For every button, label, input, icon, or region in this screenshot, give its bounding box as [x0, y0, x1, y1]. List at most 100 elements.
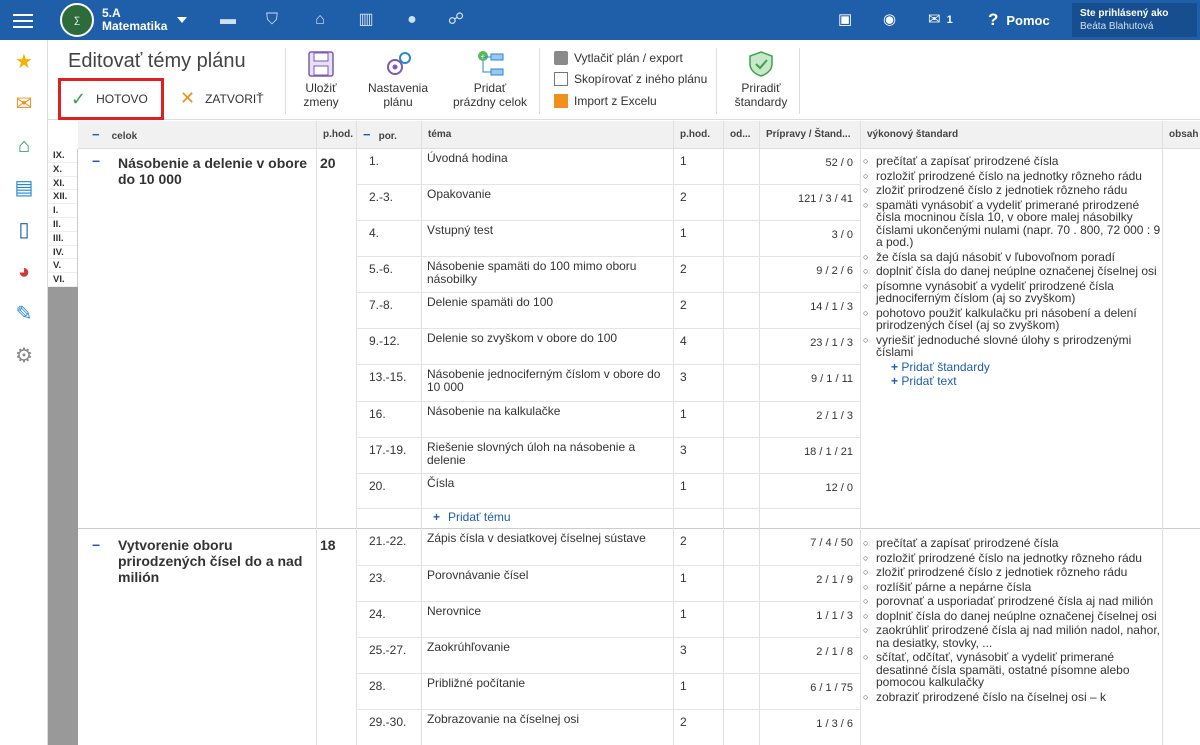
- pen-icon[interactable]: ✎: [12, 302, 36, 326]
- topic-row[interactable]: 24. Nerovnice 1 1 / 1 / 3: [356, 602, 861, 638]
- topic-tema[interactable]: Čísla: [427, 477, 667, 490]
- topic-tema[interactable]: Vstupný test: [427, 224, 667, 237]
- assign-standards-button[interactable]: Priradiť štandardy: [726, 50, 796, 109]
- col-phod2[interactable]: p.hod.: [673, 121, 723, 149]
- topic-tema[interactable]: Násobenie jednociferným číslom v obore d…: [427, 368, 667, 394]
- topic-row[interactable]: 7.-8. Delenie spamäti do 100 2 14 / 1 / 3: [356, 293, 861, 329]
- topic-tema[interactable]: Násobenie spamäti do 100 mimo oboru náso…: [427, 260, 667, 286]
- done-button[interactable]: ✓ HOTOVO: [58, 78, 164, 120]
- save-button[interactable]: Uložiť zmeny: [300, 50, 342, 109]
- topic-row[interactable]: 17.-19. Riešenie slovných úloh na násoben…: [356, 438, 861, 474]
- topic-row[interactable]: 29.-30. Zobrazovanie na číselnej osi 2 1 / …: [356, 710, 861, 745]
- close-button[interactable]: ✕ ZATVORIŤ: [180, 88, 264, 109]
- briefcase-icon[interactable]: ▬: [218, 10, 238, 30]
- topic-tema[interactable]: Opakovanie: [427, 188, 667, 201]
- month-item[interactable]: II.: [48, 218, 77, 232]
- gears-icon: [387, 52, 411, 75]
- add-topic-label: Pridať tému: [448, 510, 511, 524]
- add-text-link[interactable]: + Pridať text: [863, 375, 1163, 388]
- topic-tema[interactable]: Približné počítanie: [427, 677, 667, 690]
- help-button[interactable]: ? Pomoc: [988, 10, 1050, 31]
- topic-tema[interactable]: Násobenie na kalkulačke: [427, 405, 667, 418]
- topic-tema[interactable]: Zaokrúhľovanie: [427, 641, 667, 654]
- collapse-unit-icon[interactable]: −: [92, 153, 100, 169]
- topic-row[interactable]: 1. Úvodná hodina 1 52 / 0: [356, 149, 861, 185]
- chat-icon[interactable]: ◉: [883, 10, 896, 30]
- shield-icon[interactable]: ⛉: [262, 10, 282, 30]
- home-icon[interactable]: ⌂: [12, 134, 36, 158]
- col-celok[interactable]: − celok: [78, 121, 316, 149]
- user-name: Beáta Blahutová: [1080, 21, 1154, 32]
- notebook-icon[interactable]: ▤: [12, 176, 36, 200]
- topic-row[interactable]: 13.-15. Násobenie jednociferným číslom v …: [356, 365, 861, 402]
- month-item[interactable]: V.: [48, 259, 77, 274]
- topic-row[interactable]: 23. Porovnávanie čísel 1 2 / 1 / 9: [356, 566, 861, 602]
- topic-hod: 3: [680, 370, 687, 384]
- month-item[interactable]: XII.: [48, 190, 77, 205]
- topic-row[interactable]: 9.-12. Delenie so zvyškom v obore do 100 4…: [356, 329, 861, 365]
- add-topic-link[interactable]: + Pridať tému: [433, 510, 511, 524]
- col-obsah[interactable]: obsah: [1162, 121, 1200, 149]
- topic-row[interactable]: 5.-6. Násobenie spamäti do 100 mimo oboru…: [356, 257, 861, 293]
- topic-row[interactable]: 4. Vstupný test 1 3 / 0: [356, 221, 861, 257]
- add-empty-unit-button[interactable]: + Pridať prázdny celok: [448, 50, 532, 109]
- topic-tema[interactable]: Nerovnice: [427, 605, 667, 618]
- topic-row[interactable]: 28. Približné počítanie 1 6 / 1 / 75: [356, 674, 861, 710]
- month-item[interactable]: VI.: [48, 273, 77, 287]
- topic-pr: 23 / 1 / 3: [810, 337, 853, 349]
- topic-pr: 1 / 1 / 3: [816, 610, 853, 622]
- topic-row[interactable]: 25.-27. Zaokrúhľovanie 3 2 / 1 / 8: [356, 638, 861, 674]
- unit-title[interactable]: Násobenie a delenie v obore do 10 000: [118, 155, 318, 187]
- month-item[interactable]: I.: [48, 204, 77, 218]
- col-phod[interactable]: p.hod.: [316, 121, 356, 149]
- copy-plan-link[interactable]: Skopírovať z iného plánu: [554, 72, 707, 86]
- book-icon[interactable]: ▯: [12, 218, 36, 242]
- standard-item: zložiť prirodzené číslo z jednotiek rôzn…: [863, 184, 1163, 197]
- month-item[interactable]: IX.: [48, 149, 77, 163]
- walking-icon[interactable]: ☍: [446, 10, 466, 30]
- chat-bubbles-icon[interactable]: ◕: [12, 260, 36, 284]
- star-icon[interactable]: ★: [12, 50, 36, 74]
- topic-row[interactable]: 2.-3. Opakovanie 2 121 / 3 / 41: [356, 185, 861, 221]
- topic-tema[interactable]: Riešenie slovných úloh na násobenie a de…: [427, 441, 667, 467]
- badge-icon[interactable]: ●: [402, 10, 422, 30]
- topic-row[interactable]: 16. Násobenie na kalkulačke 1 2 / 1 / 3: [356, 402, 861, 438]
- print-export-link[interactable]: Vytlačiť plán / export: [554, 51, 683, 65]
- topic-tema[interactable]: Zápis čísla v desiatkovej číselnej sústa…: [427, 532, 667, 545]
- col-tema[interactable]: téma: [421, 121, 673, 149]
- collapse-unit-icon[interactable]: −: [92, 537, 100, 553]
- gear-icon[interactable]: ⚙: [12, 344, 36, 368]
- topic-row[interactable]: 21.-22. Zápis čísla v desiatkovej číselne…: [356, 529, 861, 566]
- institution-icon[interactable]: ⌂: [310, 10, 330, 30]
- topic-tema[interactable]: Delenie so zvyškom v obore do 100: [427, 332, 667, 345]
- topic-row[interactable]: 20. Čísla 1 12 / 0: [356, 474, 861, 509]
- unit-title[interactable]: Vytvorenie oboru prirodzených čísel do a…: [118, 537, 318, 585]
- month-item[interactable]: X.: [48, 163, 77, 177]
- messages-button[interactable]: ✉ 1: [928, 10, 953, 30]
- topic-pr: 3 / 0: [831, 229, 853, 241]
- month-list: IX. X. XI. XII. I. II. III. IV. V. VI.: [48, 149, 78, 287]
- topic-tema[interactable]: Zobrazovanie na číselnej osi: [427, 713, 667, 726]
- menu-icon[interactable]: [13, 10, 33, 30]
- col-od[interactable]: od...: [723, 121, 759, 149]
- topic-hod: 2: [680, 534, 687, 548]
- col-vykonovy[interactable]: výkonový štandard: [860, 121, 1162, 149]
- col-por[interactable]: − por.: [356, 121, 421, 149]
- topic-tema[interactable]: Úvodná hodina: [427, 152, 667, 165]
- plan-settings-button[interactable]: Nastavenia plánu: [363, 50, 433, 109]
- month-item[interactable]: IV.: [48, 246, 77, 260]
- import-excel-link[interactable]: Import z Excelu: [554, 94, 657, 108]
- month-item[interactable]: III.: [48, 232, 77, 246]
- add-standards-link[interactable]: + Pridať štandardy: [863, 360, 1163, 374]
- month-item[interactable]: XI.: [48, 177, 77, 191]
- bar-chart-icon[interactable]: ▥: [356, 10, 376, 30]
- topic-tema[interactable]: Porovnávanie čísel: [427, 569, 667, 582]
- topic-tema[interactable]: Delenie spamäti do 100: [427, 296, 667, 309]
- projector-icon[interactable]: ▣: [838, 10, 852, 30]
- topic-por: 9.-12.: [369, 334, 400, 348]
- col-pripravy[interactable]: Prípravy / Štand...: [759, 121, 860, 149]
- class-selector[interactable]: ∑ 5.A Matematika: [60, 3, 188, 37]
- envelope-icon[interactable]: ✉: [12, 92, 36, 116]
- topic-pr: 14 / 1 / 3: [810, 301, 853, 313]
- user-box[interactable]: Ste prihlásený ako Beáta Blahutová: [1072, 3, 1197, 37]
